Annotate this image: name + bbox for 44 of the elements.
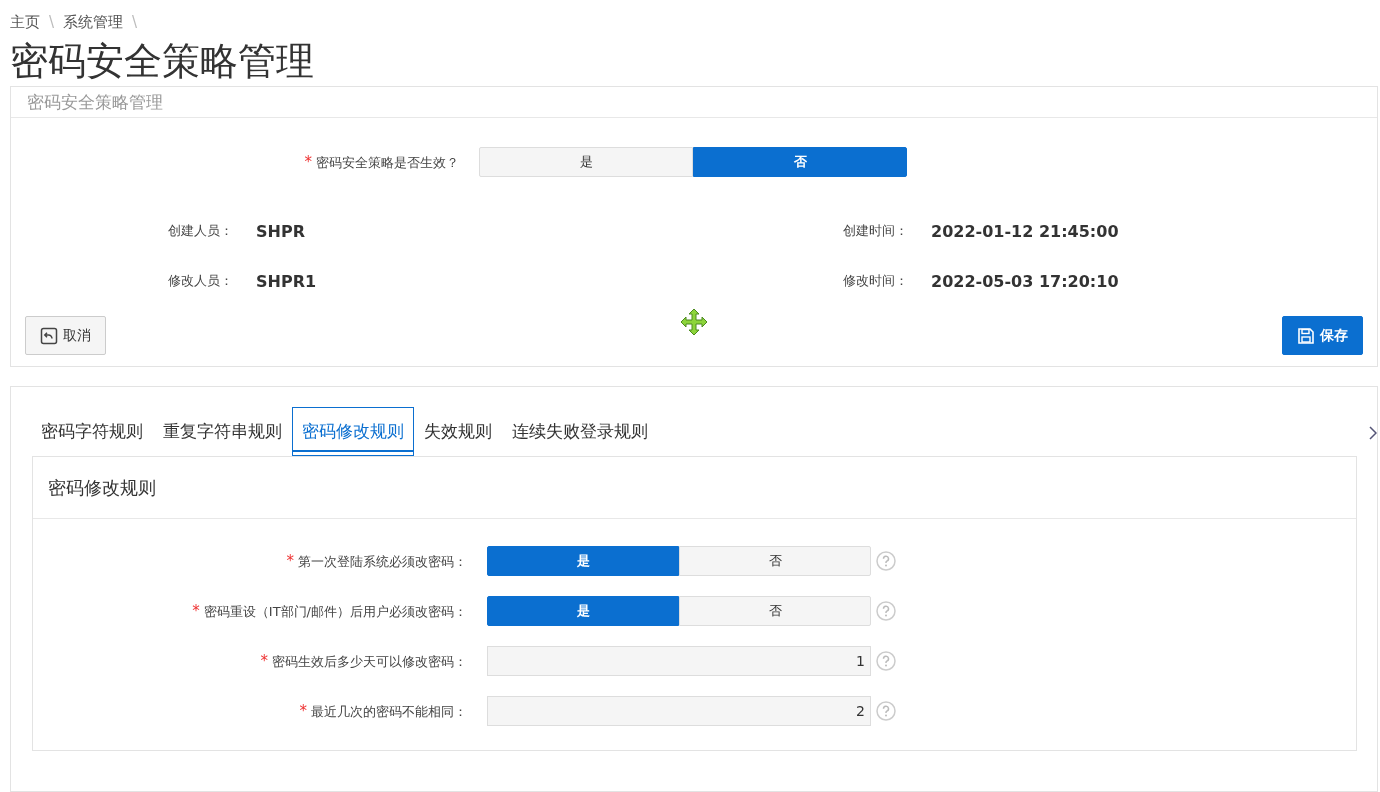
info-value: SHPR1 (256, 271, 317, 291)
info-label: 修改时间： (842, 272, 908, 290)
page-title: 密码安全策略管理 (10, 38, 315, 85)
back-icon (40, 326, 58, 345)
field-label: 密码生效后多少天可以修改密码： (272, 653, 467, 669)
field-label: 密码重设（IT部门/邮件）后用户必须改密码： (203, 603, 467, 619)
required-asterisk: * (304, 152, 312, 171)
info-value: 2022-01-12 21:45:00 (931, 221, 1119, 241)
toggle-option[interactable]: 是 (487, 546, 679, 576)
field-label: 密码安全策略是否生效？ (316, 154, 459, 170)
required-asterisk: * (192, 601, 200, 620)
info-value: 2022-05-03 17:20:10 (931, 271, 1119, 291)
breadcrumb-separator: \ (49, 13, 55, 31)
move-icon (680, 308, 708, 336)
info-value: SHPR (256, 221, 305, 241)
save-button[interactable]: 保存 (1282, 316, 1363, 355)
info-label: 创建时间： (842, 222, 908, 240)
number-field[interactable]: 1 (487, 646, 871, 676)
chevron-right-icon[interactable] (1369, 426, 1377, 440)
help-icon[interactable] (876, 651, 896, 671)
breadcrumb-link[interactable]: 主页 (10, 12, 40, 32)
required-asterisk: * (286, 551, 294, 570)
toggle-option[interactable]: 是 (487, 596, 679, 626)
required-asterisk: * (299, 701, 307, 720)
save-icon (1297, 326, 1315, 345)
info-label: 创建人员： (167, 222, 233, 240)
help-icon[interactable] (876, 701, 896, 721)
toggle-option[interactable]: 是 (479, 147, 693, 177)
toggle-option[interactable]: 否 (679, 546, 871, 576)
toggle-option[interactable]: 否 (679, 596, 871, 626)
card-title: 密码修改规则 (48, 475, 156, 500)
cancel-button[interactable]: 取消 (25, 316, 106, 355)
tab[interactable]: 密码修改规则 (292, 407, 414, 456)
help-icon[interactable] (876, 551, 896, 571)
field-label: 最近几次的密码不能相同： (311, 703, 467, 719)
number-field[interactable]: 2 (487, 696, 871, 726)
required-asterisk: * (260, 651, 268, 670)
info-label: 修改人员： (167, 272, 233, 290)
breadcrumb-separator: \ (132, 13, 138, 31)
toggle-option[interactable]: 否 (693, 147, 907, 177)
panel-title: 密码安全策略管理 (27, 90, 163, 114)
field-label: 第一次登陆系统必须改密码： (298, 553, 467, 569)
breadcrumb-link[interactable]: 系统管理 (63, 12, 124, 32)
help-icon[interactable] (876, 601, 896, 621)
